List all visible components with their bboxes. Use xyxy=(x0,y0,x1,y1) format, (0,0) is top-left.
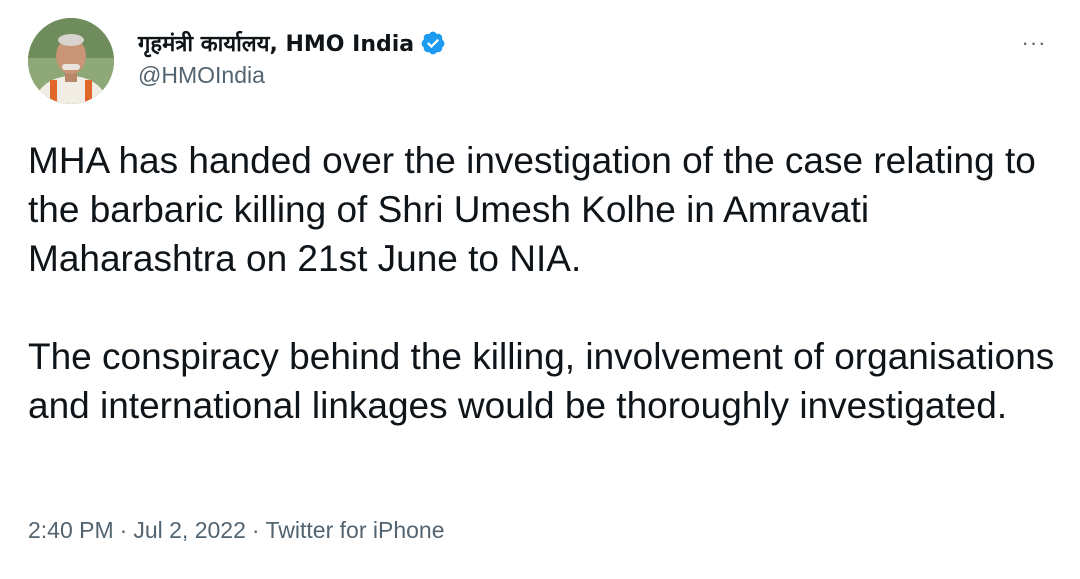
tweet-date: Jul 2, 2022 xyxy=(133,517,246,543)
meta-separator: · xyxy=(119,517,128,543)
author-handle[interactable]: @HMOIndia xyxy=(138,62,446,89)
tweet-card: गृहमंत्री कार्यालय, HMO India @HMOIndia … xyxy=(0,0,1080,579)
tweet-date-link[interactable]: Jul 2, 2022 xyxy=(133,517,246,543)
more-options-icon: ··· xyxy=(1021,30,1047,55)
author-names: गृहमंत्री कार्यालय, HMO India @HMOIndia xyxy=(138,26,446,89)
tweet-time: 2:40 PM xyxy=(28,517,114,543)
more-options-button[interactable]: ··· xyxy=(1012,28,1056,58)
tweet-paragraph: The conspiracy behind the killing, invol… xyxy=(28,336,1055,426)
tweet-source-link[interactable]: Twitter for iPhone xyxy=(266,517,445,543)
tweet-paragraph: MHA has handed over the investigation of… xyxy=(28,140,1036,279)
tweet-time-link[interactable]: 2:40 PM xyxy=(28,517,114,543)
author-display-name[interactable]: गृहमंत्री कार्यालय, HMO India xyxy=(138,28,414,58)
verified-badge-icon xyxy=(420,30,446,56)
display-name-row: गृहमंत्री कार्यालय, HMO India xyxy=(138,26,446,60)
meta-separator: · xyxy=(251,517,260,543)
author-avatar[interactable] xyxy=(28,18,114,104)
tweet-source: Twitter for iPhone xyxy=(265,517,445,543)
avatar-image xyxy=(28,18,114,104)
tweet-metadata: 2:40 PM · Jul 2, 2022 · Twitter for iPhone xyxy=(28,517,445,544)
tweet-header: गृहमंत्री कार्यालय, HMO India @HMOIndia … xyxy=(28,18,1058,108)
tweet-text: MHA has handed over the investigation of… xyxy=(28,136,1058,430)
